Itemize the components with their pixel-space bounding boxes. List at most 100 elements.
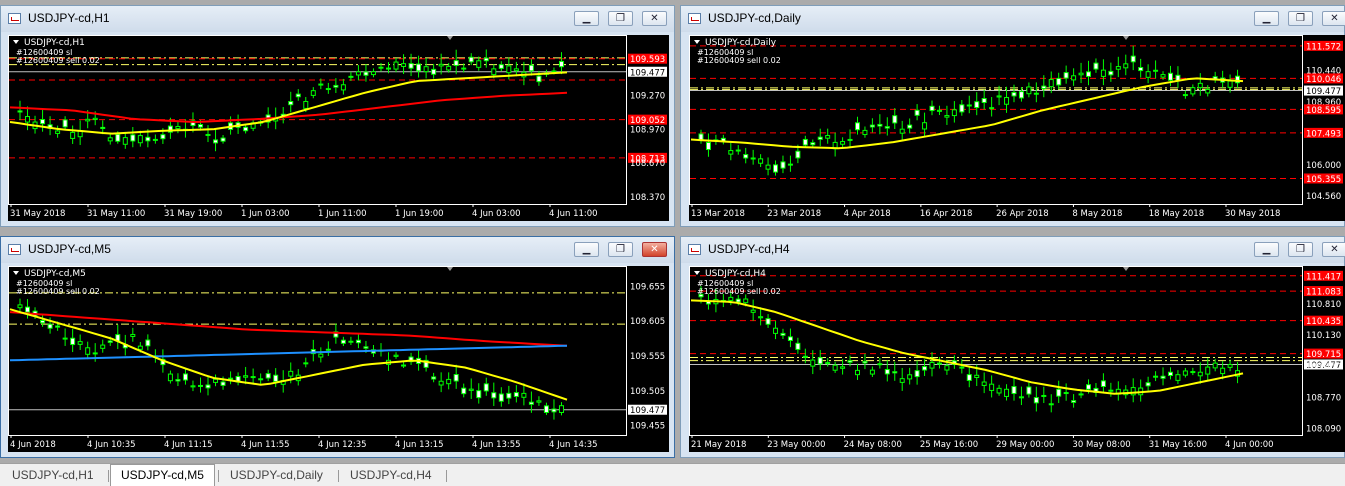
window-titlebar[interactable]: USDJPY-cd,M5 ▁ ❐ ✕ [1,237,674,263]
restore-button[interactable]: ❐ [1288,242,1313,257]
chart-plot-area[interactable]: USDJPY-cd,H1 #12600409 sl #12600409 sell 0… [8,35,669,221]
candle-body [869,124,875,128]
moving-average-fast[interactable] [9,308,568,401]
candle-body [273,374,279,382]
candle-body [370,71,376,76]
time-axis-label: 23 May 00:00 [767,440,825,450]
candle-body [1197,371,1203,377]
chart-legend: USDJPY-cd,H1 [24,38,85,48]
close-button[interactable]: ✕ [642,11,667,26]
candle-body [847,138,853,141]
candle-body [854,122,860,131]
chart-shift-icon[interactable] [447,267,453,271]
candle-body [528,64,534,72]
time-axis-label: 8 May 2018 [1072,209,1122,219]
candle-body [468,388,474,391]
price-axis-label: 109.593 [630,55,665,65]
moving-average-slow[interactable] [9,91,568,124]
candle-body [1108,70,1114,76]
candle-body [1048,79,1054,88]
legend-collapse-icon[interactable] [694,271,700,275]
chart-window-h1[interactable]: USDJPY-cd,H1 ▁ ❐ ✕ USDJPY-cd,H1 #12600409… [0,5,675,227]
price-axis-label: 109.555 [630,352,665,362]
candle-body [869,369,875,375]
candle-body [506,392,512,399]
chart-window-h4[interactable]: USDJPY-cd,H4 ▁ ❐ ✕ USDJPY-cd,H4 #12600409… [680,236,1345,458]
time-axis-label: 31 May 19:00 [164,209,222,219]
chart-shift-icon[interactable] [1123,267,1129,271]
legend-collapse-icon[interactable] [694,40,700,44]
candle-body [914,109,920,116]
tab-separator [108,470,109,482]
candle-body [728,150,734,155]
candle-body [543,405,549,413]
window-titlebar[interactable]: USDJPY-cd,H4 ▁ ❐ ✕ [681,237,1345,263]
close-button[interactable]: ✕ [1322,11,1345,26]
candle-body [1190,87,1196,95]
candle-body [1197,82,1203,89]
legend-collapse-icon[interactable] [13,40,19,44]
candle-body [25,306,31,313]
candle-body [386,67,392,70]
minimize-button[interactable]: ▁ [1254,11,1279,26]
tab-usdjpy-m5[interactable]: USDJPY-cd,M5 [110,464,215,486]
chart-window-daily[interactable]: USDJPY-cd,Daily ▁ ❐ ✕ USDJPY-cd,Daily #12… [680,5,1345,227]
minimize-button[interactable]: ▁ [1254,242,1279,257]
candle-body [295,93,301,98]
candle-body [966,374,972,381]
candle-body [1041,394,1047,397]
chart-plot-area[interactable]: USDJPY-cd,M5 #12600409 sl #12600409 sell 0… [8,266,669,452]
window-title: USDJPY-cd,H4 [708,242,790,256]
chart-shift-icon[interactable] [447,36,453,40]
candle-body [461,67,467,70]
restore-button[interactable]: ❐ [608,11,633,26]
price-axis-label: 109.477 [630,68,665,78]
close-button[interactable]: ✕ [1322,242,1345,257]
moving-average-slow[interactable] [9,311,568,347]
window-titlebar[interactable]: USDJPY-cd,Daily ▁ ❐ ✕ [681,6,1345,32]
minimize-button[interactable]: ▁ [574,11,599,26]
candle-body [884,126,890,129]
minimize-button[interactable]: ▁ [574,242,599,257]
tab-usdjpy-h1[interactable]: USDJPY-cd,H1 [2,466,104,485]
candle-body [340,84,346,91]
price-axis-label: 108.770 [1306,393,1341,403]
candle-body [130,134,136,142]
chart-shift-icon[interactable] [1123,36,1129,40]
candle-body [453,60,459,66]
restore-button[interactable]: ❐ [1288,11,1313,26]
candle-body [1153,375,1159,378]
tab-usdjpy-daily[interactable]: USDJPY-cd,Daily [220,466,333,485]
candle-body [355,71,361,76]
candle-body [981,381,987,386]
time-axis-label: 24 May 08:00 [844,440,902,450]
candle-body [446,65,452,71]
legend-collapse-icon[interactable] [13,271,19,275]
chart-window-m5[interactable]: USDJPY-cd,M5 ▁ ❐ ✕ USDJPY-cd,M5 #12600409… [0,236,675,458]
price-axis-label: 107.493 [1306,129,1341,139]
time-axis-label: 4 Jun 13:55 [472,440,521,450]
chart-legend: USDJPY-cd,Daily [705,38,777,48]
candle-body [758,316,764,319]
candle-body [773,164,779,173]
time-axis-label: 4 Jun 11:00 [549,209,598,219]
price-axis-label: 108.090 [1306,424,1341,434]
candle-body [205,384,211,389]
window-titlebar[interactable]: USDJPY-cd,H1 ▁ ❐ ✕ [1,6,674,32]
restore-button[interactable]: ❐ [608,242,633,257]
candle-body [1071,75,1077,81]
close-button[interactable]: ✕ [642,242,667,257]
moving-average-fast[interactable] [690,77,1244,150]
price-axis-label: 110.435 [1306,317,1341,327]
window-title: USDJPY-cd,Daily [708,11,801,25]
candle-body [55,130,61,134]
candle-body [1018,91,1024,99]
chart-plot-area[interactable]: USDJPY-cd,Daily #12600409 sl #12600409 sel… [689,35,1345,221]
candle-body [728,296,734,301]
candle-body [468,56,474,63]
chart-plot-area[interactable]: USDJPY-cd,H4 #12600409 sl #12600409 sell 0… [689,266,1345,452]
candle-body [959,104,965,113]
tab-usdjpy-h4[interactable]: USDJPY-cd,H4 [340,466,442,485]
candle-body [408,63,414,69]
price-axis-label: 110.130 [1306,331,1341,341]
